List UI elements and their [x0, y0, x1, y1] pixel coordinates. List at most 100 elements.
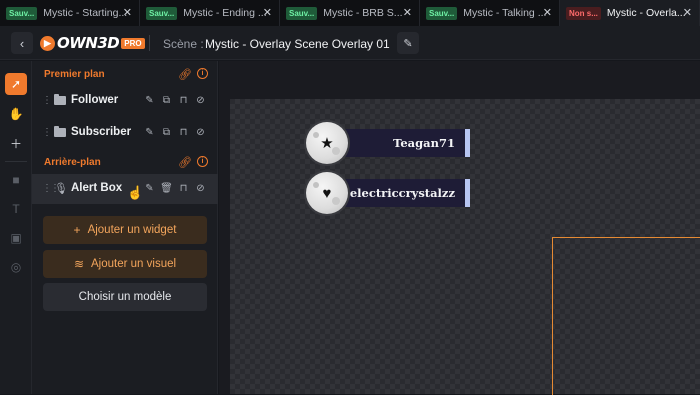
pencil-icon[interactable]: ✎: [144, 182, 155, 194]
saved-badge: Sauv...: [146, 6, 178, 20]
alert-bar: electriccrystalzz: [330, 179, 470, 207]
rename-scene-button[interactable]: ✎: [397, 32, 419, 54]
microphone-icon: 🎙︎: [54, 183, 68, 195]
group-icon[interactable]: ⧉: [161, 94, 172, 106]
hand-pointer-icon: ☝: [127, 185, 144, 200]
tab-title: Mystic - Talking ...: [463, 7, 547, 19]
plus-icon: ＋: [9, 136, 22, 151]
add-button[interactable]: ＋: [5, 132, 27, 154]
saved-badge: Sauv...: [286, 6, 318, 20]
close-icon[interactable]: ✕: [263, 6, 272, 19]
layer-name: Follower: [71, 94, 119, 106]
background-section-header: Arrière-plan 🔗︎ i: [32, 151, 218, 173]
alert-bar: Teagan71: [330, 129, 470, 157]
info-icon[interactable]: i: [197, 156, 208, 167]
close-icon[interactable]: ✕: [683, 6, 692, 19]
layers-icon: ≋: [73, 257, 85, 271]
pencil-icon[interactable]: ✎: [144, 126, 155, 138]
pencil-icon[interactable]: ✎: [144, 94, 155, 106]
text-tool-button[interactable]: T: [5, 198, 27, 220]
tab-strip: Sauv... Mystic - Starting... ✕ Sauv... M…: [0, 0, 700, 26]
moon-badge: ★: [306, 122, 348, 164]
tab-ending[interactable]: Sauv... Mystic - Ending ... ✕: [140, 0, 280, 26]
layer-row-subscriber[interactable]: ⋮⋮ Subscriber ✎ ⧉ ⊓ ⊘: [32, 118, 218, 148]
folder-icon: [54, 94, 66, 105]
logo-mark-icon: ▶: [40, 35, 55, 51]
text-icon: T: [12, 202, 20, 216]
layer-name: Subscriber: [71, 126, 132, 138]
alert-username: Teagan71: [393, 136, 455, 150]
unsaved-badge: Non s...: [566, 6, 601, 20]
logo-pro-badge: PRO: [121, 37, 145, 49]
close-icon[interactable]: ✕: [403, 6, 412, 19]
layer-actions: ✎ 🗑︎ ⊓ ⊘: [144, 182, 206, 194]
alert-username: electriccrystalzz: [349, 186, 455, 200]
chevron-left-icon: ‹: [19, 35, 25, 51]
eye-off-icon[interactable]: ⊘: [195, 94, 206, 106]
tab-starting[interactable]: Sauv... Mystic - Starting... ✕: [0, 0, 140, 26]
square-icon: ■: [12, 173, 20, 187]
layer-tool-button[interactable]: ■: [5, 169, 27, 191]
image-icon: ▣: [10, 231, 22, 245]
lock-icon[interactable]: ⊓: [178, 182, 189, 194]
saved-badge: Sauv...: [6, 6, 38, 20]
info-icon[interactable]: i: [197, 68, 208, 79]
link-icon: ◎: [10, 260, 22, 274]
button-label: Choisir un modèle: [78, 291, 172, 303]
cursor-arrow-icon: ➚: [10, 77, 22, 91]
hand-icon: ✋: [8, 107, 24, 121]
link-icon[interactable]: 🔗︎: [178, 68, 192, 81]
layer-name: Alert Box: [71, 182, 123, 194]
alert-box-bounds[interactable]: [552, 237, 700, 395]
editor-header: ‹ ▶ OWN3D PRO Scène : Mystic - Overlay S…: [0, 26, 700, 60]
close-icon[interactable]: ✕: [123, 6, 132, 19]
alert-subscriber[interactable]: electriccrystalzz ♥: [304, 171, 476, 215]
add-widget-button[interactable]: + Ajouter un widget: [43, 216, 207, 244]
scene-label: Scène :: [163, 37, 204, 51]
layer-actions: ✎ ⧉ ⊓ ⊘: [144, 94, 206, 106]
alert-follower[interactable]: Teagan71 ★: [304, 121, 476, 165]
section-title: Arrière-plan: [44, 157, 101, 168]
lock-icon[interactable]: ⊓: [178, 126, 189, 138]
folder-icon: [54, 126, 66, 137]
eye-off-icon[interactable]: ⊘: [195, 126, 206, 138]
plus-icon: +: [73, 223, 81, 237]
close-icon[interactable]: ✕: [543, 6, 552, 19]
tab-title: Mystic - Overla...: [606, 7, 686, 19]
trash-icon[interactable]: 🗑︎: [160, 182, 173, 194]
group-icon[interactable]: ⧉: [161, 126, 172, 138]
tab-brb[interactable]: Sauv... Mystic - BRB S... ✕: [280, 0, 420, 26]
tab-talking[interactable]: Sauv... Mystic - Talking ... ✕: [420, 0, 560, 26]
logo-text: OWN3D: [57, 34, 120, 52]
canvas-workspace[interactable]: Teagan71 ★ electriccrystalzz ♥: [219, 61, 700, 395]
layers-panel: Premier plan 🔗︎ i ⋮⋮ Follower ✎ ⧉ ⊓ ⊘ ⋮⋮…: [32, 61, 218, 394]
tool-sidebar: ➚ ✋ ＋ ■ T ▣ ◎: [0, 61, 32, 394]
star-icon: ★: [320, 135, 334, 152]
select-tool-button[interactable]: ➚: [5, 73, 27, 95]
layer-row-alert-box[interactable]: ⋮⋮ 🎙︎ Alert Box ☝ ✎ 🗑︎ ⊓ ⊘: [32, 174, 218, 204]
moon-badge: ♥: [306, 172, 348, 214]
button-label: Ajouter un widget: [87, 224, 177, 236]
scene-name: Mystic - Overlay Scene Overlay 01: [205, 37, 390, 51]
lock-icon[interactable]: ⊓: [178, 94, 189, 106]
choose-template-button[interactable]: Choisir un modèle: [43, 283, 207, 311]
divider: [5, 161, 27, 162]
link-icon[interactable]: 🔗︎: [178, 156, 192, 169]
layer-actions: ✎ ⧉ ⊓ ⊘: [144, 126, 206, 138]
pan-tool-button[interactable]: ✋: [5, 103, 27, 125]
button-label: Ajouter un visuel: [91, 258, 177, 270]
tab-overlay[interactable]: Non s... Mystic - Overla... ✕: [560, 0, 700, 26]
add-visual-button[interactable]: ≋ Ajouter un visuel: [43, 250, 207, 278]
back-button[interactable]: ‹: [11, 32, 33, 54]
heart-icon: ♥: [322, 184, 332, 202]
foreground-section-header: Premier plan 🔗︎ i: [32, 63, 218, 85]
tab-title: Mystic - BRB S...: [323, 7, 403, 19]
tab-title: Mystic - Ending ...: [183, 7, 267, 19]
tab-title: Mystic - Starting...: [43, 7, 128, 19]
image-tool-button[interactable]: ▣: [5, 227, 27, 249]
own3d-logo[interactable]: ▶ OWN3D PRO: [40, 34, 145, 52]
link-tool-button[interactable]: ◎: [5, 256, 27, 278]
pencil-icon: ✎: [403, 37, 413, 50]
layer-row-follower[interactable]: ⋮⋮ Follower ✎ ⧉ ⊓ ⊘: [32, 86, 218, 116]
eye-off-icon[interactable]: ⊘: [195, 182, 206, 194]
